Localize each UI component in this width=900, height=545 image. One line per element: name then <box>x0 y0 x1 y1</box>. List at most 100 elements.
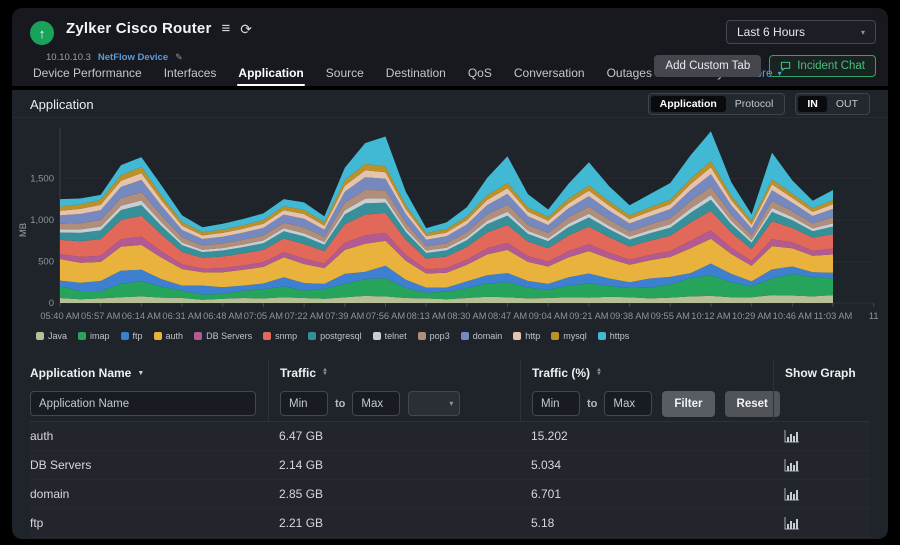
legend-swatch <box>460 332 469 340</box>
tab-qos[interactable]: QoS <box>457 60 503 86</box>
traffic-pct-min-input[interactable] <box>532 391 580 416</box>
x-tick-label: 08:30 AM <box>447 311 486 321</box>
sort-arrows-icon: ▲ ▼ <box>596 367 602 377</box>
show-graph-button[interactable] <box>784 429 799 443</box>
cell-traffic-pct: 6.701 <box>531 487 562 501</box>
cell-traffic-pct: 5.034 <box>531 458 562 472</box>
incident-chat-label: Incident Chat <box>797 60 865 72</box>
sort-desc-icon: ▼ <box>137 369 145 377</box>
y-tick-label: 500 <box>38 257 54 268</box>
cell-application-name: ftp <box>30 516 44 530</box>
section-header: Application Application Protocol IN OUT <box>12 90 888 118</box>
legend-swatch <box>417 332 426 340</box>
tab-source[interactable]: Source <box>315 60 375 86</box>
x-tick-label: 10:29 AM <box>732 311 771 321</box>
column-application-name[interactable]: Application Name ▼ <box>30 360 268 386</box>
x-tick-label: 10:46 AM <box>773 311 812 321</box>
x-tick-label: 06:48 AM <box>203 311 242 321</box>
show-graph-button[interactable] <box>784 487 799 501</box>
show-graph-button[interactable] <box>784 458 799 472</box>
time-range-select[interactable]: Last 6 Hours ▾ <box>726 20 876 44</box>
cell-traffic: 2.21 GB <box>279 516 324 530</box>
legend-item-postgresql[interactable]: postgresql <box>308 331 362 341</box>
legend-item-https[interactable]: https <box>597 331 629 341</box>
column-show-graph: Show Graph <box>773 360 870 386</box>
traffic-min-input[interactable] <box>280 391 328 416</box>
toggle-out[interactable]: OUT <box>827 96 867 112</box>
x-tick-label: 07:39 AM <box>325 311 364 321</box>
x-tick-label: 10:12 AM <box>691 311 730 321</box>
tab-outages[interactable]: Outages <box>596 60 663 86</box>
x-tick-label: 09:21 AM <box>569 311 608 321</box>
stacked-area-chart: 0 500 1,000 1,500 MB 05:40 AM 05:57 AM 06:14 AM… <box>18 128 879 321</box>
x-tick-label: 06:14 AM <box>122 311 161 321</box>
traffic-unit-select[interactable]: ▾ <box>408 391 461 416</box>
application-name-filter-input[interactable] <box>30 391 256 416</box>
cell-traffic-pct: 15.202 <box>531 429 568 443</box>
table-row-ftp: ftp 2.21 GB 5.18 <box>30 509 870 538</box>
chat-bubble-icon <box>781 61 791 72</box>
show-graph-button[interactable] <box>784 516 799 530</box>
add-custom-tab-button[interactable]: Add Custom Tab <box>654 55 762 77</box>
hamburger-menu-icon[interactable]: ≡ <box>222 21 231 36</box>
cell-traffic-pct: 5.18 <box>531 516 555 530</box>
x-tick-label: 09:04 AM <box>529 311 568 321</box>
legend-item-snmp[interactable]: snmp <box>263 331 297 341</box>
cell-traffic: 2.14 GB <box>279 458 324 472</box>
legend-swatch <box>372 332 381 340</box>
x-tick-label: 08:47 AM <box>488 311 527 321</box>
toggle-application[interactable]: Application <box>650 96 726 112</box>
chevron-down-icon: ▾ <box>449 399 454 408</box>
legend-item-domain[interactable]: domain <box>460 331 502 341</box>
y-tick-label: 1,000 <box>30 215 54 226</box>
tab-conversation[interactable]: Conversation <box>503 60 596 86</box>
toggle-in[interactable]: IN <box>798 96 827 112</box>
column-traffic[interactable]: Traffic ▲ ▼ <box>268 360 520 386</box>
cell-application-name: domain <box>30 487 70 501</box>
legend-item-mysql[interactable]: mysql <box>551 331 587 341</box>
refresh-icon[interactable]: ⟳ <box>240 22 252 36</box>
legend-item-pop3[interactable]: pop3 <box>417 331 450 341</box>
x-tick-label: 07:05 AM <box>244 311 283 321</box>
tab-destination[interactable]: Destination <box>375 60 457 86</box>
traffic-max-input[interactable] <box>352 391 401 416</box>
table-body: auth 6.47 GB 15.202 DB Servers 2.14 GB 5.034 d… <box>30 422 870 538</box>
to-label: to <box>587 397 598 410</box>
toggle-protocol[interactable]: Protocol <box>726 96 783 112</box>
legend-swatch <box>194 332 203 340</box>
chevron-down-icon: ▾ <box>860 27 865 37</box>
legend-swatch <box>36 332 44 340</box>
x-tick-label: 06:31 AM <box>162 311 201 321</box>
direction-toggle-group: IN OUT <box>795 93 870 115</box>
x-tick-label: 05:40 AM <box>40 311 79 321</box>
header: ↑ Zylker Cisco Router ≡ ⟳ 10.10.10.3 Net… <box>12 8 888 86</box>
legend-item-telnet[interactable]: telnet <box>372 331 407 341</box>
traffic-pct-max-input[interactable] <box>604 391 653 416</box>
incident-chat-button[interactable]: Incident Chat <box>769 55 876 77</box>
x-tick-label: 09:55 AM <box>651 311 690 321</box>
table-row-db-servers: DB Servers 2.14 GB 5.034 <box>30 451 870 480</box>
table-filter-row: to ▾ to Filter Reset <box>30 386 870 422</box>
x-tick-label: 09:38 AM <box>610 311 649 321</box>
tab-device-performance[interactable]: Device Performance <box>22 60 153 86</box>
legend-item-ftp[interactable]: ftp <box>120 331 143 341</box>
reset-button[interactable]: Reset <box>724 390 780 417</box>
bar-chart-icon <box>784 458 799 471</box>
legend-item-imap[interactable]: imap <box>78 331 110 341</box>
header-buttons: Add Custom Tab Incident Chat <box>654 55 876 77</box>
legend-item-db-servers[interactable]: DB Servers <box>194 331 252 341</box>
app-window: ↑ Zylker Cisco Router ≡ ⟳ 10.10.10.3 Net… <box>12 8 888 539</box>
column-traffic-pct[interactable]: Traffic (%) ▲ ▼ <box>520 360 773 386</box>
x-tick-label: 07:56 AM <box>366 311 405 321</box>
legend-item-http[interactable]: http <box>513 331 540 341</box>
cell-application-name: auth <box>30 429 54 443</box>
to-label: to <box>335 397 346 410</box>
filter-button[interactable]: Filter <box>662 390 715 417</box>
tab-application[interactable]: Application <box>227 60 314 86</box>
legend-item-java[interactable]: Java <box>36 331 67 341</box>
arrow-up-icon: ↑ <box>38 25 46 41</box>
tab-interfaces[interactable]: Interfaces <box>153 60 228 86</box>
legend-item-auth[interactable]: auth <box>153 331 183 341</box>
section-title: Application <box>30 96 94 112</box>
sort-arrows-icon: ▲ ▼ <box>322 367 328 377</box>
